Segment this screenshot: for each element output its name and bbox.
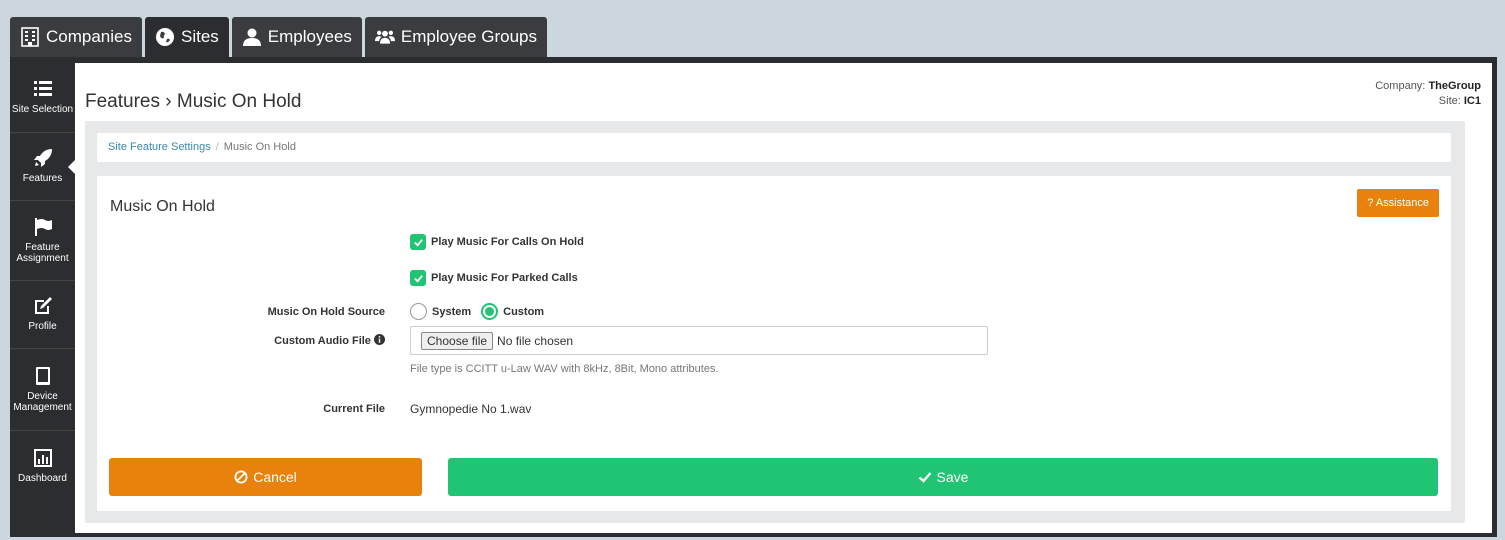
checkbox-label: Play Music For Parked Calls	[431, 272, 578, 284]
assistance-button[interactable]: ? Assistance	[1357, 189, 1439, 217]
save-label: Save	[936, 469, 969, 485]
sidebar-item-device-management[interactable]: Device Management	[10, 349, 75, 431]
checkbox-checked[interactable]	[410, 270, 426, 286]
music-on-hold-card: Music On Hold ? Assistance Play Music Fo…	[97, 176, 1451, 511]
radio-system[interactable]: System	[410, 303, 471, 320]
current-file-label: Current File	[323, 403, 385, 415]
breadcrumb-link-site-feature-settings[interactable]: Site Feature Settings	[108, 141, 211, 153]
play-calls-on-hold-checkbox[interactable]: Play Music For Calls On Hold	[410, 234, 584, 250]
checkbox-label: Play Music For Calls On Hold	[431, 236, 584, 248]
ban-icon	[234, 470, 248, 484]
tab-employees[interactable]: Employees	[231, 17, 362, 57]
check-icon	[918, 472, 931, 483]
radio-custom[interactable]: Custom	[481, 303, 544, 320]
tab-companies[interactable]: Companies	[10, 17, 142, 57]
custom-audio-file-input[interactable]: Choose file No file chosen	[410, 326, 988, 355]
tab-label: Employees	[267, 27, 352, 46]
users-icon	[374, 30, 395, 44]
company-label: Company:	[1375, 80, 1426, 92]
radio-selected[interactable]	[481, 303, 499, 320]
company-value: TheGroup	[1428, 80, 1481, 92]
custom-file-label-text: Custom Audio File	[274, 335, 371, 347]
save-button[interactable]: Save	[448, 458, 1438, 496]
breadcrumb-separator: /	[215, 141, 219, 153]
rocket-icon	[33, 149, 52, 168]
building-icon	[21, 27, 39, 47]
tab-label: Employee Groups	[400, 27, 537, 46]
breadcrumb-current: Music On Hold	[223, 141, 296, 153]
source-radio-group: System Custom	[410, 303, 554, 320]
sidebar-item-site-selection[interactable]: Site Selection	[10, 63, 75, 133]
choose-file-button[interactable]: Choose file	[421, 331, 494, 350]
cancel-button[interactable]: Cancel	[109, 458, 422, 496]
sidebar-item-label: Site Selection	[11, 104, 74, 116]
content-area: Site Feature Settings / Music On Hold Musi…	[85, 121, 1465, 523]
bar-chart-icon	[33, 448, 52, 467]
side-nav: Site Selection Features Feature Assignme…	[10, 63, 76, 533]
sidebar-item-label: Feature Assignment	[16, 241, 69, 265]
cancel-label: Cancel	[253, 469, 297, 485]
radio-label: Custom	[503, 305, 545, 318]
sidebar-item-dashboard[interactable]: Dashboard	[10, 431, 75, 501]
globe-icon	[156, 28, 174, 46]
tablet-icon	[35, 366, 50, 385]
page-title: Features › Music On Hold	[85, 91, 302, 112]
sidebar-item-label: Profile	[28, 321, 57, 333]
sidebar-item-feature-assignment[interactable]: Feature Assignment	[10, 201, 75, 281]
card-title: Music On Hold	[110, 198, 215, 215]
no-file-text: No file chosen	[497, 333, 574, 348]
site-label: Site:	[1438, 95, 1461, 107]
sidebar-item-features[interactable]: Features	[10, 133, 76, 201]
list-icon	[33, 81, 52, 97]
sidebar-item-label: Device Management	[13, 390, 72, 414]
info-icon[interactable]	[374, 334, 385, 345]
user-icon	[242, 28, 261, 46]
sidebar-item-label: Features	[22, 173, 63, 185]
tab-employee-groups[interactable]: Employee Groups	[364, 17, 547, 57]
current-file-value: Gymnopedie No 1.wav	[410, 402, 532, 416]
company-info: Company: TheGroup Site: IC1	[1375, 79, 1481, 109]
sidebar-item-profile[interactable]: Profile	[10, 281, 75, 349]
breadcrumb: Site Feature Settings / Music On Hold	[97, 133, 1451, 162]
play-parked-calls-checkbox[interactable]: Play Music For Parked Calls	[410, 270, 578, 286]
main-panel: Features › Music On Hold Company: TheGro…	[75, 63, 1492, 533]
radio-label: System	[432, 305, 472, 318]
site-value: IC1	[1463, 95, 1481, 107]
source-label: Music On Hold Source	[267, 306, 385, 318]
checkbox-checked[interactable]	[410, 234, 426, 250]
sidebar-item-label: Dashboard	[18, 472, 67, 484]
edit-icon	[34, 297, 52, 315]
flag-icon	[34, 217, 52, 236]
tab-label: Companies	[46, 27, 132, 46]
file-type-hint: File type is CCITT u-Law WAV with 8kHz, …	[410, 363, 719, 375]
check-icon	[413, 238, 423, 247]
tab-label: Sites	[181, 27, 219, 46]
check-icon	[413, 274, 423, 283]
top-tabs: Companies Sites Employees Employee Group…	[10, 17, 547, 57]
tab-sites[interactable]: Sites	[145, 17, 229, 57]
radio-unselected[interactable]	[410, 303, 427, 320]
custom-file-label: Custom Audio File	[97, 334, 385, 347]
